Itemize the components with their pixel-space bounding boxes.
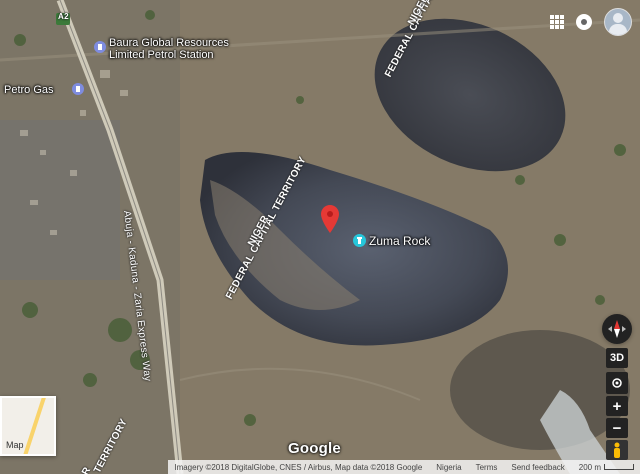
zuma-rock-label[interactable]: Zuma Rock: [369, 234, 430, 248]
fuel-station-label-line2: Limited Petrol Station: [109, 49, 214, 61]
apps-grid-icon[interactable]: [550, 15, 564, 29]
my-location-icon: [612, 378, 622, 388]
attribution-bar: Imagery ©2018 DigitalGlobe, CNES / Airbu…: [168, 460, 640, 474]
fuel-pump-icon: [72, 83, 84, 95]
pegman-icon: [614, 442, 620, 458]
zoom-out-button[interactable]: −: [606, 418, 628, 438]
map-marker-icon: [321, 205, 339, 233]
google-logo: Google: [288, 440, 341, 457]
satellite-map[interactable]: Baura Global Resources Limited Petrol St…: [0, 0, 640, 474]
petro-gas-label[interactable]: Petro Gas: [4, 84, 54, 96]
region-link[interactable]: Nigeria: [436, 463, 461, 472]
fuel-station-label[interactable]: Baura Global Resources Limited Petrol St…: [109, 37, 229, 61]
imagery-attribution: Imagery ©2018 DigitalGlobe, CNES / Airbu…: [174, 462, 423, 472]
zuma-rock-pin[interactable]: [353, 234, 366, 252]
map-type-toggle[interactable]: Map: [0, 396, 56, 456]
selected-place-marker[interactable]: [321, 205, 339, 238]
fuel-station-pin[interactable]: [94, 40, 106, 58]
fuel-station-icon: [94, 41, 106, 53]
satellite-terrain: [0, 0, 640, 474]
pegman-button[interactable]: [606, 440, 628, 460]
compass-icon: [608, 320, 626, 338]
send-feedback-link[interactable]: Send feedback: [511, 463, 564, 472]
minimap-road: [21, 398, 47, 454]
avatar[interactable]: [604, 8, 632, 36]
tilt-3d-button[interactable]: 3D: [606, 348, 628, 368]
petro-gas-pin[interactable]: [72, 82, 84, 100]
zoom-in-button[interactable]: +: [606, 396, 628, 416]
scale-bar[interactable]: 200 m: [579, 463, 634, 472]
notifications-icon[interactable]: [576, 14, 592, 30]
map-footer: Imagery ©2018 DigitalGlobe, CNES / Airbu…: [0, 458, 640, 474]
map-type-label: Map: [6, 440, 24, 450]
scale-line: [604, 464, 634, 471]
compass-button[interactable]: [602, 314, 632, 344]
landmark-icon: [353, 234, 366, 247]
highway-shield-label: A2: [58, 12, 69, 21]
scale-label: 200 m: [578, 462, 601, 472]
fuel-station-label-line1: Baura Global Resources: [109, 37, 229, 49]
my-location-button[interactable]: [606, 372, 628, 394]
account-bar: [550, 8, 632, 36]
terms-link[interactable]: Terms: [476, 463, 498, 472]
